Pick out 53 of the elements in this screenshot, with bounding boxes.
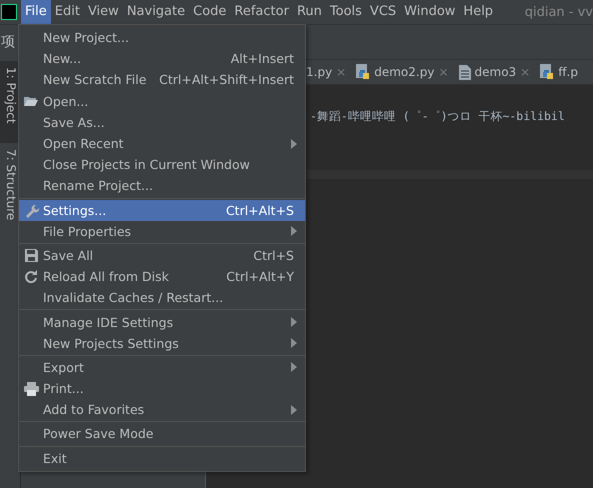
menu-item[interactable]: View xyxy=(84,0,123,24)
menu-item[interactable]: New Project... xyxy=(19,27,305,48)
menu-item[interactable]: Code xyxy=(189,0,230,24)
menu-item[interactable]: Edit xyxy=(50,0,84,24)
folder-icon xyxy=(23,95,39,108)
editor-tab[interactable]: ff.p xyxy=(540,64,578,80)
menu-item[interactable]: New... Alt+Insert xyxy=(19,48,305,70)
shortcut-label: Ctrl+S xyxy=(253,248,295,263)
menu-item[interactable]: New Scratch File Ctrl+Alt+Shift+Insert xyxy=(19,69,305,91)
menu-item[interactable]: Power Save Mode xyxy=(19,423,305,445)
shortcut-label: Alt+Insert xyxy=(230,51,295,66)
shortcut-label: Ctrl+Alt+S xyxy=(226,202,295,218)
panel-title: 项 xyxy=(1,33,15,51)
menu-item[interactable]: Open... xyxy=(19,90,305,112)
menu-item[interactable]: Save As... xyxy=(19,112,305,133)
menu-item[interactable]: File xyxy=(21,0,51,24)
python-file-icon xyxy=(540,64,554,80)
menu-item[interactable]: Refactor xyxy=(230,0,293,24)
menu-item[interactable]: Help xyxy=(459,0,498,24)
menu-item[interactable]: Export xyxy=(19,356,305,378)
shortcut-label: Ctrl+Alt+Y xyxy=(226,269,295,284)
menu-item[interactable]: Exit xyxy=(19,448,305,469)
menu-item[interactable]: Print... xyxy=(19,378,305,400)
menu-item[interactable]: Add to Favorites xyxy=(19,399,305,420)
text-file-icon xyxy=(458,64,470,80)
editor-tab[interactable]: demo2.py × xyxy=(356,64,448,80)
window-title: qidian - vv xyxy=(524,4,593,20)
editor-tab[interactable]: demo3 × xyxy=(458,64,530,80)
editor-tab[interactable]: 1.py × xyxy=(306,65,346,79)
menu-item[interactable]: Run xyxy=(292,0,326,24)
menu-item[interactable]: Open Recent xyxy=(19,132,305,154)
app-logo-icon xyxy=(1,4,17,20)
menu-item[interactable]: Rename Project... xyxy=(19,175,305,196)
menu-item[interactable]: Invalidate Caches / Restart... xyxy=(19,287,305,308)
menu-item[interactable]: Navigate xyxy=(122,0,190,24)
tool-window-tab[interactable]: 7: Structure xyxy=(0,143,20,226)
wrench-icon xyxy=(24,202,38,218)
menu-item[interactable]: Tools xyxy=(326,0,366,24)
shortcut-label: Ctrl+Alt+Shift+Insert xyxy=(159,72,295,88)
python-file-icon xyxy=(356,64,370,80)
menu-item[interactable]: Save All Ctrl+S xyxy=(19,244,305,266)
menu-item[interactable]: Window xyxy=(400,0,460,24)
menu-item[interactable]: Reload All from Disk Ctrl+Alt+Y xyxy=(19,266,305,288)
menu-item[interactable]: Settings... Ctrl+Alt+S xyxy=(19,200,305,221)
menu-item[interactable]: VCS xyxy=(366,0,400,24)
menu-item[interactable]: Close Projects in Current Window xyxy=(19,154,305,176)
reload-icon xyxy=(24,270,38,284)
menu-item[interactable]: New Projects Settings xyxy=(19,332,305,354)
printer-icon xyxy=(24,382,38,396)
tool-window-tab[interactable]: 1: Project xyxy=(0,61,20,143)
menu-item[interactable]: Manage IDE Settings xyxy=(19,311,305,333)
menu-item[interactable]: File Properties xyxy=(19,220,305,242)
code-line: -舞蹈-哔哩哔哩 (゜-゜)つロ 干杯~-bilibil xyxy=(309,108,566,124)
